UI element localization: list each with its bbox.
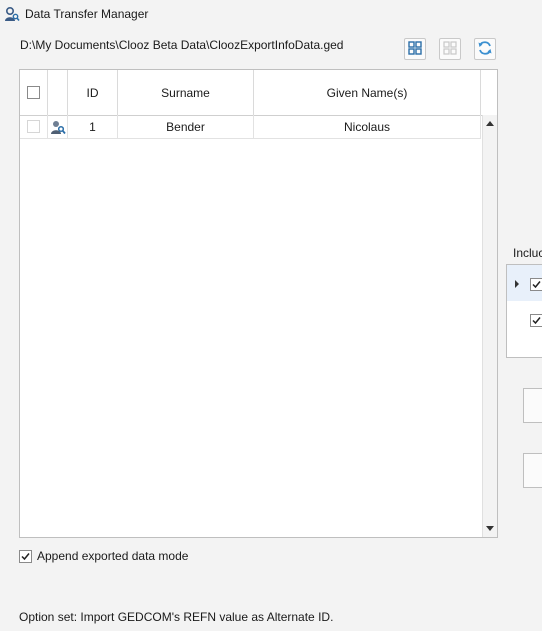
select-all-button[interactable]	[404, 38, 426, 60]
checkbox-box	[27, 86, 40, 99]
append-mode-option[interactable]: Append exported data mode	[19, 549, 188, 563]
grid-header: ID Surname Given Name(s)	[20, 70, 497, 116]
scroll-up-arrow-icon[interactable]	[486, 121, 494, 126]
deselect-all-icon	[443, 40, 457, 58]
table-row[interactable]: 1 Bender Nicolaus	[20, 115, 481, 139]
header-icon-column	[48, 70, 68, 115]
status-text: Option set: Import GEDCOM's REFN value a…	[19, 610, 334, 624]
select-all-icon	[408, 40, 422, 58]
person-search-icon[interactable]	[48, 115, 68, 138]
refresh-button[interactable]	[474, 38, 496, 60]
vertical-scrollbar[interactable]	[482, 115, 497, 537]
side-button-2[interactable]	[523, 453, 542, 488]
app-icon	[4, 6, 20, 22]
append-mode-label: Append exported data mode	[37, 549, 189, 563]
row-select-checkbox[interactable]	[20, 115, 48, 138]
include-label: Incluc	[513, 246, 542, 260]
cell-surname: Bender	[118, 115, 254, 138]
column-header-given-names[interactable]: Given Name(s)	[254, 70, 481, 115]
row-indicator-icon	[515, 280, 519, 288]
side-button-1[interactable]	[523, 388, 542, 423]
cell-given-names: Nicolaus	[254, 115, 481, 138]
append-mode-checkbox[interactable]	[19, 549, 32, 563]
column-header-id[interactable]: ID	[68, 70, 118, 115]
checkbox-box	[27, 120, 40, 133]
scroll-down-arrow-icon[interactable]	[486, 526, 494, 531]
include-checkbox-2[interactable]	[530, 314, 542, 327]
column-header-surname[interactable]: Surname	[118, 70, 254, 115]
window-title: Data Transfer Manager	[25, 7, 149, 21]
refresh-icon	[477, 40, 493, 59]
header-select-all-checkbox[interactable]	[20, 70, 48, 115]
cell-id: 1	[68, 115, 118, 138]
people-grid[interactable]: ID Surname Given Name(s) 1 Bender Nicola…	[19, 69, 498, 538]
include-list[interactable]	[506, 264, 542, 358]
deselect-all-button[interactable]	[439, 38, 461, 60]
file-path: D:\My Documents\Clooz Beta Data\CloozExp…	[20, 38, 344, 52]
include-checkbox-1[interactable]	[530, 278, 542, 291]
